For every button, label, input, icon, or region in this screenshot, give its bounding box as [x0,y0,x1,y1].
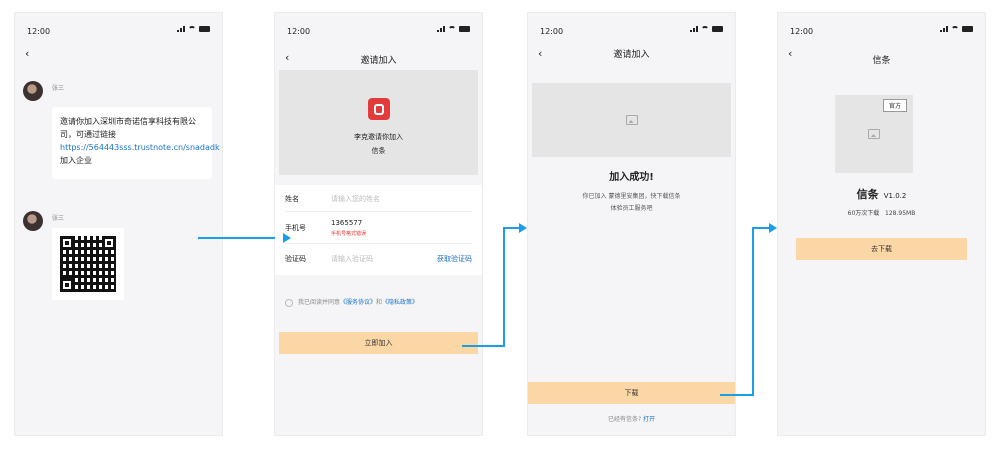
app-title-row: 信条 V1.0.2 [778,183,985,202]
phone-error-text: 手机号格式错误 [331,231,367,237]
wifi-icon [448,26,456,32]
have-app-text: 已经有信条? [607,416,642,423]
signal-icon [690,26,698,32]
image-placeholder-icon [625,115,638,125]
status-time: 12:00 [27,27,51,36]
sender-name: 张三 [52,85,65,92]
page-title: 信条 [872,56,891,66]
status-time: 12:00 [287,27,311,36]
flow-connector-3 [720,394,753,396]
chat-screen: 12:00 ‹ 张三 邀请你加入深圳市奇诺信享科技有限公司，可通过链接 http… [14,12,223,436]
success-line-2: 体验员工服务吧 [610,205,653,212]
status-icons [690,26,723,32]
image-placeholder-icon [868,129,880,139]
invite-banner: 李克邀请你加入 信条 [279,70,478,175]
app-version: V1.0.2 [883,192,907,200]
download-button[interactable]: 下载 [528,382,735,404]
sender-name: 张三 [52,215,65,222]
app-logo-icon [367,98,390,120]
get-code-button[interactable]: 获取验证码 [437,254,472,264]
have-app-row: 已经有信条? 打开 [528,414,735,423]
status-icons [940,26,973,32]
code-label: 验证码 [285,255,306,263]
battery-icon [459,26,470,32]
success-line-1: 你已加入 蒙德里安集团，快下载信条 [582,193,681,200]
success-title: 加入成功! [609,172,654,183]
name-row: 姓名 请输入您的姓名 [285,187,472,212]
phone-row: 手机号 1365577 手机号格式错误 [285,213,472,244]
invite-link[interactable]: https://564443sss.trustnote.cn/snadadk [60,143,220,152]
invite-message-text: 邀请你加入深圳市奇诺信享科技有限公司，可通过链接 [60,117,196,139]
battery-icon [712,26,723,32]
name-input[interactable]: 请输入您的姓名 [331,194,380,204]
back-button[interactable]: ‹ [25,47,29,60]
code-row: 验证码 请输入验证码 获取验证码 [285,247,472,271]
battery-icon [199,26,210,32]
status-time: 12:00 [790,27,814,36]
status-icons [177,26,210,32]
app-name: 信条 [856,188,879,201]
join-success-screen: 12:00 ‹ 邀请加入 加入成功! 你已加入 蒙德里安集团，快下载信条 体验员… [527,12,736,436]
wifi-icon [188,26,196,32]
privacy-policy-link[interactable]: 《隐私政策》 [382,299,418,306]
download-count: 60万次下载 [847,210,880,217]
flow-connector-2 [462,345,504,347]
app-name: 信条 [371,147,386,155]
phone-input[interactable]: 1365577 [331,219,366,227]
signal-icon [177,26,185,32]
flow-connector-1 [198,237,275,239]
agree-checkbox[interactable] [285,298,293,307]
invite-message-suffix: 加入企业 [60,156,92,165]
status-icons [437,26,470,32]
flow-connector-2-top [503,227,519,229]
agreement-row: 我已阅读并同意《服务协议》和《隐私政策》 [285,297,418,307]
app-download-screen: 12:00 ‹ 信条 官方 信条 V1.0.2 60万次下载 128.95MB … [777,12,986,436]
qr-code-image[interactable] [52,228,124,300]
app-stats: 60万次下载 128.95MB [778,208,985,217]
page-title: 邀请加入 [613,50,650,60]
agree-prefix: 我已阅读并同意 [298,299,341,306]
avatar[interactable] [23,211,43,231]
flow-connector-3-top [752,227,770,229]
code-input[interactable]: 请输入验证码 [331,254,373,264]
avatar[interactable] [23,81,43,101]
invite-message-bubble[interactable]: 邀请你加入深圳市奇诺信享科技有限公司，可通过链接 https://564443s… [52,107,220,179]
go-download-button[interactable]: 去下载 [796,238,967,260]
wifi-icon [701,26,709,32]
flow-connector-2-vertical [503,227,505,347]
success-image [532,83,731,157]
flow-connector-3-vertical [752,227,754,396]
inviter-text: 李克邀请你加入 [354,133,403,141]
status-time: 12:00 [540,27,564,36]
phone-label: 手机号 [285,224,306,232]
wifi-icon [951,26,959,32]
battery-icon [962,26,973,32]
name-label: 姓名 [285,195,299,203]
flow-arrow-3 [769,223,777,233]
open-app-link[interactable]: 打开 [643,416,655,423]
official-badge: 官方 [882,99,907,112]
signal-icon [940,26,948,32]
flow-arrow-2 [519,223,527,233]
invite-join-screen: 12:00 ‹ 邀请加入 李克邀请你加入 信条 姓名 请输入您的姓名 手机号 1… [274,12,483,436]
signal-icon [437,26,445,32]
join-button[interactable]: 立即加入 [279,332,478,354]
service-agreement-link[interactable]: 《服务协议》 [340,299,376,306]
join-form: 姓名 请输入您的姓名 手机号 1365577 手机号格式错误 验证码 请输入验证… [275,185,482,275]
flow-arrow-1 [283,233,291,243]
app-size: 128.95MB [885,210,916,217]
app-image: 官方 [835,95,913,173]
page-title: 邀请加入 [360,56,397,66]
